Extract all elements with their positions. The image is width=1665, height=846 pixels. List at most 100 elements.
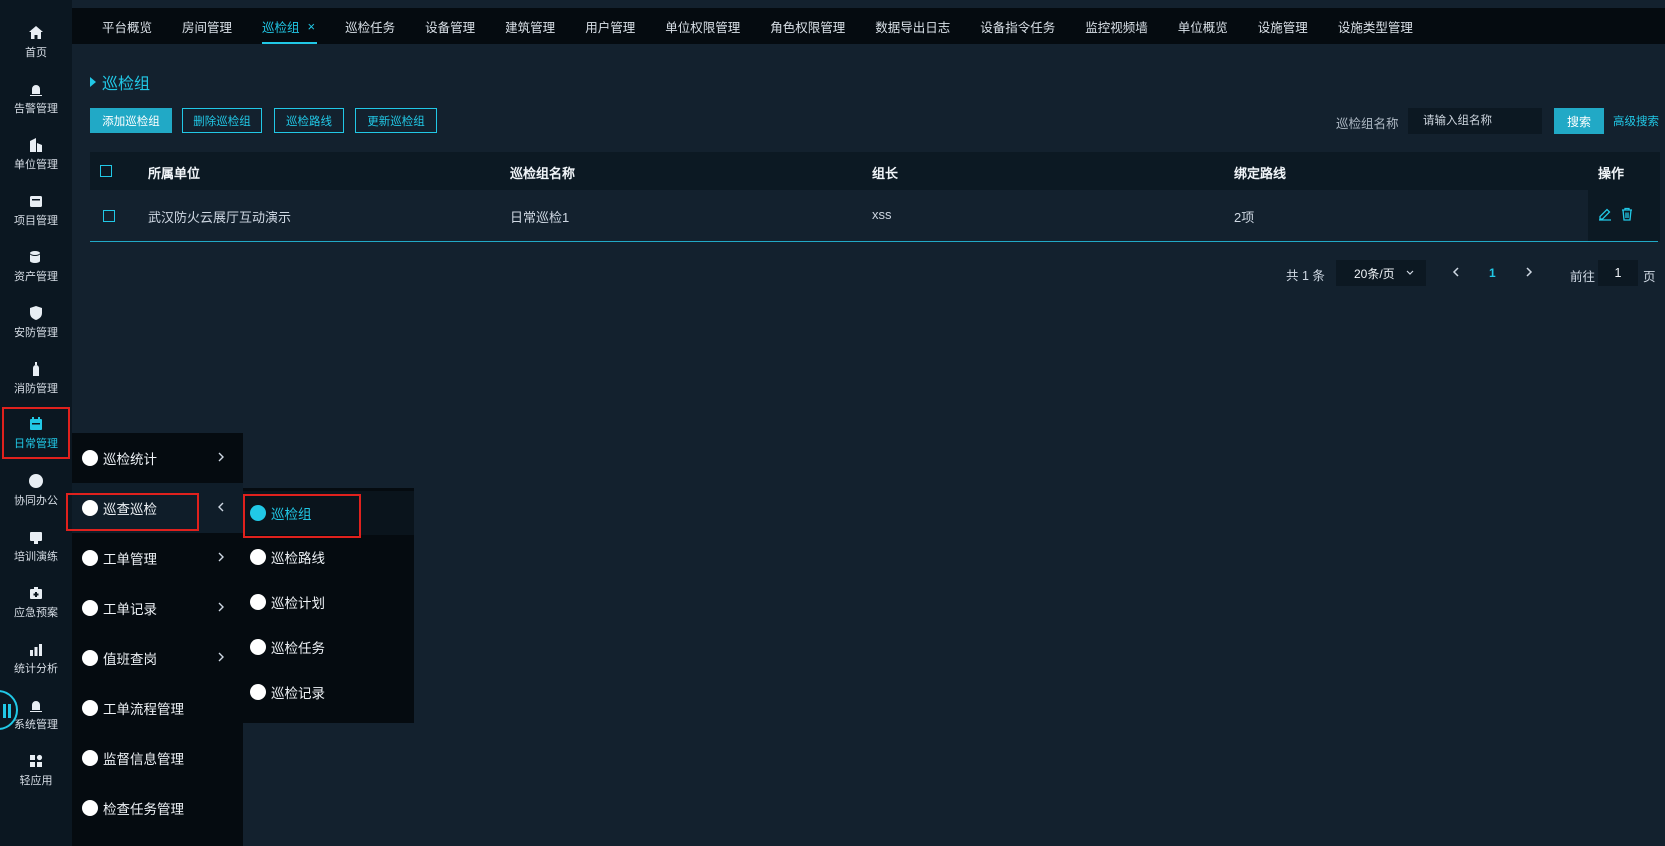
circle-icon: [82, 650, 98, 666]
calendar-icon: [28, 416, 44, 432]
building-icon: [28, 137, 44, 153]
tab-patrol-task[interactable]: 巡检任务: [315, 8, 395, 44]
circle-icon: [82, 450, 98, 466]
search-button[interactable]: 搜索: [1554, 108, 1604, 134]
training-icon: [28, 529, 44, 545]
sidebar-item-alarm[interactable]: 告警管理: [0, 70, 72, 126]
sidebar-item-unit[interactable]: 单位管理: [0, 126, 72, 182]
circle-icon: [250, 549, 266, 565]
daily-management-menu: 巡检统计 巡查巡检 工单管理 工单记录 值班查岗 工单流程管理 监督信息管理 检…: [72, 433, 243, 846]
sidebar-item-project[interactable]: 项目管理: [0, 182, 72, 238]
shield-icon: [28, 305, 44, 321]
pagination-total: 共 1 条: [1286, 268, 1325, 283]
chevron-right-icon: [215, 451, 227, 463]
circle-icon: [250, 684, 266, 700]
circle-icon: [82, 600, 98, 616]
next-page-icon[interactable]: [1522, 265, 1536, 279]
sidebar-item-emergency[interactable]: 应急预案: [0, 574, 72, 630]
tab-facility-management[interactable]: 设施管理: [1228, 8, 1308, 44]
tab-patrol-group[interactable]: 巡检组 ×: [232, 8, 318, 44]
menu-item-supervision[interactable]: 监督信息管理: [72, 733, 243, 783]
caret-right-icon: [90, 77, 96, 87]
circle-icon: [82, 500, 98, 516]
submenu-item-patrol-plan[interactable]: 巡检计划: [243, 580, 414, 624]
row-checkbox[interactable]: [103, 210, 115, 222]
sidebar-item-office[interactable]: 协同办公: [0, 462, 72, 518]
sidebar-item-fire[interactable]: 消防管理: [0, 350, 72, 406]
update-group-button[interactable]: 更新巡检组: [355, 108, 437, 133]
circle-icon: [82, 800, 98, 816]
menu-item-work-order[interactable]: 工单管理: [72, 533, 243, 583]
tab-video-wall[interactable]: 监控视频墙: [1055, 8, 1148, 44]
tab-export-log[interactable]: 数据导出日志: [845, 8, 950, 44]
tab-room-management[interactable]: 房间管理: [152, 8, 232, 44]
sidebar-item-training[interactable]: 培训演练: [0, 518, 72, 574]
header-group-name: 巡检组名称: [510, 166, 576, 181]
patrol-route-button[interactable]: 巡检路线: [274, 108, 344, 133]
voice-icon: [3, 704, 6, 718]
submenu-item-patrol-route[interactable]: 巡检路线: [243, 535, 414, 579]
page-size-select[interactable]: 20条/页: [1336, 260, 1426, 286]
tab-unit-overview[interactable]: 单位概览: [1148, 8, 1228, 44]
tab-building-management[interactable]: 建筑管理: [475, 8, 555, 44]
submenu-item-patrol-record[interactable]: 巡检记录: [243, 670, 414, 714]
edit-icon[interactable]: [1598, 207, 1612, 221]
select-all-checkbox[interactable]: [100, 165, 112, 177]
tab-facility-type[interactable]: 设施类型管理: [1308, 8, 1413, 44]
sidebar-item-stats[interactable]: 统计分析: [0, 630, 72, 686]
sidebar-item-security[interactable]: 安防管理: [0, 294, 72, 350]
chevron-right-icon: [215, 651, 227, 663]
sidebar: 首页 告警管理 单位管理 项目管理 资产管理 安防管理 消防管理 日常管理 协同…: [0, 0, 72, 846]
close-icon[interactable]: ×: [308, 19, 316, 34]
emergency-icon: [28, 585, 44, 601]
sidebar-item-home[interactable]: 首页: [0, 14, 72, 70]
tab-platform-overview[interactable]: 平台概览: [72, 8, 152, 44]
alarm-icon: [28, 81, 44, 97]
chart-icon: [28, 641, 44, 657]
operation-column: 操作: [1588, 152, 1660, 241]
header-unit: 所属单位: [148, 166, 201, 181]
menu-item-inspection[interactable]: 巡查巡检: [72, 483, 243, 533]
tab-role-permission[interactable]: 角色权限管理: [740, 8, 845, 44]
header-leader: 组长: [872, 166, 899, 181]
prev-page-icon[interactable]: [1449, 265, 1463, 279]
menu-item-patrol-stats[interactable]: 巡检统计: [72, 433, 243, 483]
advanced-search-link[interactable]: 高级搜索: [1613, 113, 1659, 129]
tab-unit-permission[interactable]: 单位权限管理: [635, 8, 740, 44]
table-header: 所属单位 巡检组名称 组长 绑定路线: [90, 152, 1658, 190]
circle-icon: [82, 550, 98, 566]
sidebar-item-apps[interactable]: 轻应用: [0, 742, 72, 798]
tab-user-management[interactable]: 用户管理: [555, 8, 635, 44]
add-group-button[interactable]: 添加巡检组: [90, 108, 172, 133]
search-input[interactable]: [1408, 108, 1542, 134]
cell-routes: 2项: [1234, 210, 1255, 225]
chevron-down-icon: [1404, 266, 1416, 278]
delete-group-button[interactable]: 删除巡检组: [182, 108, 262, 133]
tab-device-command[interactable]: 设备指令任务: [950, 8, 1055, 44]
chevron-left-icon: [215, 501, 227, 513]
header-routes: 绑定路线: [1234, 166, 1287, 181]
home-icon: [28, 25, 44, 41]
cell-unit: 武汉防火云展厅互动演示: [148, 210, 292, 225]
folder-icon: [28, 193, 44, 209]
menu-item-check-task[interactable]: 检查任务管理: [72, 783, 243, 833]
submenu-item-patrol-group[interactable]: 巡检组: [243, 491, 414, 535]
apps-icon: [28, 753, 44, 769]
chevron-right-icon: [215, 551, 227, 563]
table-row[interactable]: 武汉防火云展厅互动演示 日常巡检1 xss 2项: [90, 190, 1658, 241]
delete-icon[interactable]: [1620, 207, 1634, 221]
menu-item-workflow[interactable]: 工单流程管理: [72, 683, 243, 733]
cell-leader: xss: [872, 207, 892, 222]
tab-device-management[interactable]: 设备管理: [395, 8, 475, 44]
inspection-submenu: 巡检组 巡检路线 巡检计划 巡检任务 巡检记录: [243, 488, 414, 723]
sidebar-item-daily[interactable]: 日常管理: [0, 405, 72, 461]
submenu-item-patrol-task[interactable]: 巡检任务: [243, 625, 414, 669]
header-operation: 操作: [1598, 166, 1625, 181]
goto-page-input[interactable]: [1598, 260, 1638, 286]
sidebar-item-asset[interactable]: 资产管理: [0, 238, 72, 294]
menu-item-duty-check[interactable]: 值班查岗: [72, 633, 243, 683]
chevron-right-icon: [215, 601, 227, 613]
page-number[interactable]: 1: [1489, 266, 1496, 280]
menu-item-work-order-record[interactable]: 工单记录: [72, 583, 243, 633]
tab-bar: 平台概览 房间管理 巡检组 × 巡检任务 设备管理 建筑管理 用户管理 单位权限管…: [72, 8, 1665, 44]
